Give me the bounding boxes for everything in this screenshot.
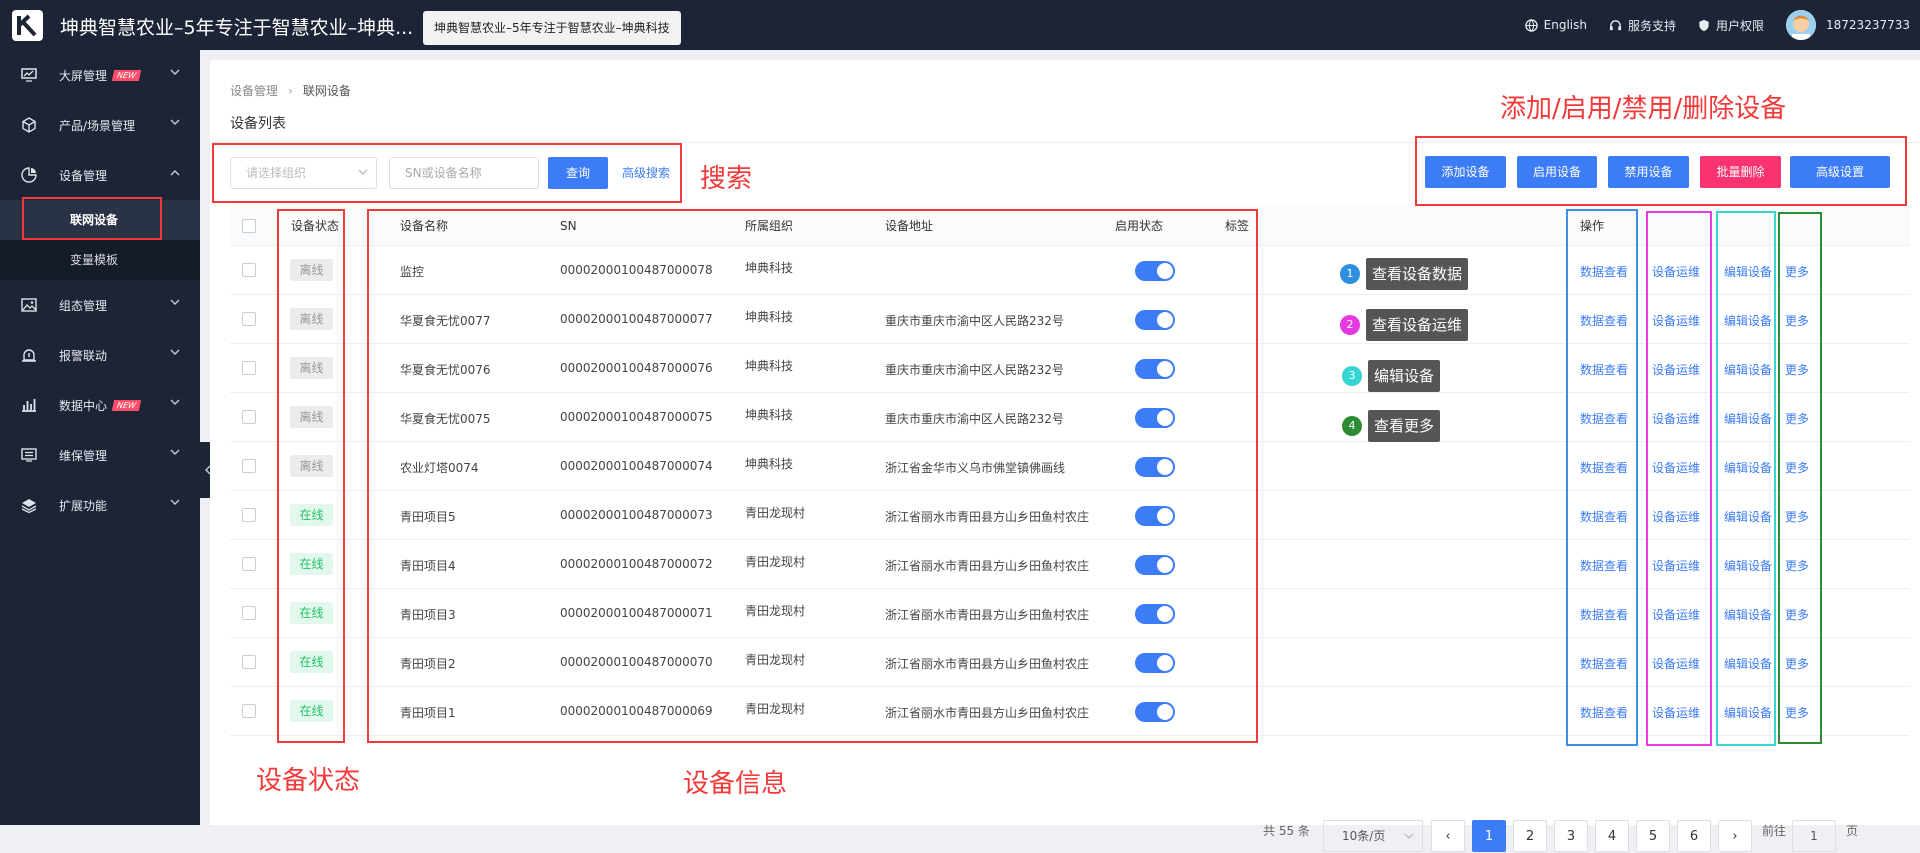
legend-number: 4 [1342, 416, 1362, 436]
clipboard-icon [20, 446, 38, 464]
chevron-down-icon [170, 119, 180, 125]
support-label: 服务支持 [1627, 18, 1676, 33]
user-menu[interactable]: 18723237733 [1786, 10, 1910, 40]
annotation-box-more [1778, 212, 1822, 744]
logo[interactable] [12, 10, 43, 41]
title-tooltip: 坤典智慧农业–5年专注于智慧农业–坤典科技 [423, 11, 681, 45]
legend-label: 查看设备数据 [1366, 258, 1469, 290]
page-size-value: 10条/页 [1342, 829, 1386, 843]
sidebar-item-label: 设备管理 [59, 168, 108, 183]
chevron-down-icon [170, 299, 180, 305]
legend-label: 查看设备运维 [1366, 309, 1469, 341]
support-link[interactable]: 服务支持 [1609, 17, 1676, 34]
sidebar-item-label: 数据中心 [59, 398, 108, 413]
row-checkbox[interactable] [242, 508, 256, 522]
sidebar-item-label: 维保管理 [59, 448, 108, 463]
chevron-down-icon [170, 349, 180, 355]
permissions-label: 用户权限 [1716, 18, 1765, 33]
headset-icon [1609, 19, 1622, 30]
cube-icon [20, 116, 38, 134]
annotation-box-data-view [1566, 209, 1638, 746]
pie-icon [20, 166, 38, 184]
legend-number: 2 [1340, 315, 1360, 335]
legend-item-4: 4 查看更多 [1342, 410, 1441, 442]
breadcrumb-separator-icon: › [288, 83, 293, 98]
annotation-box-info [367, 209, 1258, 743]
annotation-box-status [277, 209, 345, 743]
top-bar: 坤典智慧农业–5年专注于智慧农业–坤典... 坤典智慧农业–5年专注于智慧农业–… [0, 0, 1920, 50]
row-checkbox[interactable] [242, 557, 256, 571]
row-checkbox[interactable] [242, 606, 256, 620]
legend-number: 1 [1340, 264, 1360, 284]
globe-icon [1524, 18, 1538, 32]
shield-icon [1699, 19, 1709, 31]
legend-number: 3 [1342, 366, 1362, 386]
annotation-info-label: 设备信息 [683, 769, 788, 799]
breadcrumb: 设备管理 › 联网设备 [230, 82, 351, 99]
annotation-search-label: 搜索 [700, 164, 753, 194]
row-checkbox[interactable] [242, 459, 256, 473]
sidebar: 大屏管理 NEW 产品/场景管理 设备管理 联网设备 变量模板 组态管理 报警联… [0, 50, 200, 825]
language-label: English [1543, 18, 1587, 32]
row-checkbox[interactable] [242, 312, 256, 326]
legend-label: 查看更多 [1368, 410, 1441, 442]
sidebar-item-label: 产品/场景管理 [59, 118, 136, 133]
chevron-down-icon [170, 499, 180, 505]
sidebar-item-data-center[interactable]: 数据中心 NEW [0, 380, 200, 430]
annotation-box-active-menu [22, 197, 162, 240]
layers-icon [20, 496, 38, 514]
row-checkbox[interactable] [242, 410, 256, 424]
monitor-icon [20, 66, 38, 84]
sidebar-item-label: 报警联动 [59, 348, 108, 363]
sidebar-subitem-variable-templates[interactable]: 变量模板 [0, 240, 200, 280]
sidebar-item-extensions[interactable]: 扩展功能 [0, 480, 200, 530]
annotation-box-maintenance [1646, 211, 1712, 746]
language-switch[interactable]: English [1524, 18, 1587, 32]
chart-icon [20, 396, 38, 414]
permissions-link[interactable]: 用户权限 [1698, 17, 1764, 34]
annotation-box-edit [1716, 211, 1776, 746]
chevron-right-icon: › [1732, 829, 1738, 844]
chevron-down-icon [170, 69, 180, 75]
new-badge: NEW [111, 69, 142, 81]
annotation-box-search [212, 143, 682, 203]
sidebar-item-products[interactable]: 产品/场景管理 [0, 100, 200, 150]
user-phone: 18723237733 [1826, 18, 1910, 32]
chevron-up-icon [170, 170, 180, 176]
avatar [1786, 10, 1817, 40]
legend-item-1: 1 查看设备数据 [1340, 258, 1469, 290]
page-title: 设备列表 [230, 116, 286, 132]
sidebar-item-alarms[interactable]: 报警联动 [0, 330, 200, 380]
new-badge: NEW [111, 399, 142, 411]
row-checkbox[interactable] [242, 361, 256, 375]
legend-item-3: 3 编辑设备 [1342, 360, 1441, 392]
breadcrumb-item[interactable]: 设备管理 [230, 82, 278, 99]
sidebar-item-configuration[interactable]: 组态管理 [0, 280, 200, 330]
row-checkbox[interactable] [242, 704, 256, 718]
sidebar-item-devices[interactable]: 设备管理 [0, 150, 200, 200]
select-all-checkbox[interactable] [242, 219, 256, 233]
image-icon [20, 296, 38, 314]
sidebar-item-label: 大屏管理 [59, 68, 108, 83]
app-title: 坤典智慧农业–5年专注于智慧农业–坤典... [60, 17, 414, 39]
chevron-down-icon [1404, 833, 1414, 839]
legend-label: 编辑设备 [1368, 360, 1441, 392]
sidebar-item-label: 组态管理 [59, 298, 108, 313]
chevron-down-icon [170, 449, 180, 455]
breadcrumb-current: 联网设备 [302, 84, 351, 98]
annotation-status-label: 设备状态 [256, 766, 361, 796]
sidebar-item-screen[interactable]: 大屏管理 NEW [0, 50, 200, 100]
chevron-down-icon [170, 399, 180, 405]
chevron-left-icon: ‹ [1445, 829, 1451, 844]
annotation-box-actions [1415, 136, 1907, 206]
row-checkbox[interactable] [242, 263, 256, 277]
row-checkbox[interactable] [242, 655, 256, 669]
alarm-icon [20, 346, 38, 364]
legend-item-2: 2 查看设备运维 [1340, 309, 1469, 341]
sidebar-item-maintenance[interactable]: 维保管理 [0, 430, 200, 480]
annotation-actions-label: 添加/启用/禁用/删除设备 [1500, 94, 1787, 124]
sidebar-item-label: 扩展功能 [59, 498, 108, 513]
